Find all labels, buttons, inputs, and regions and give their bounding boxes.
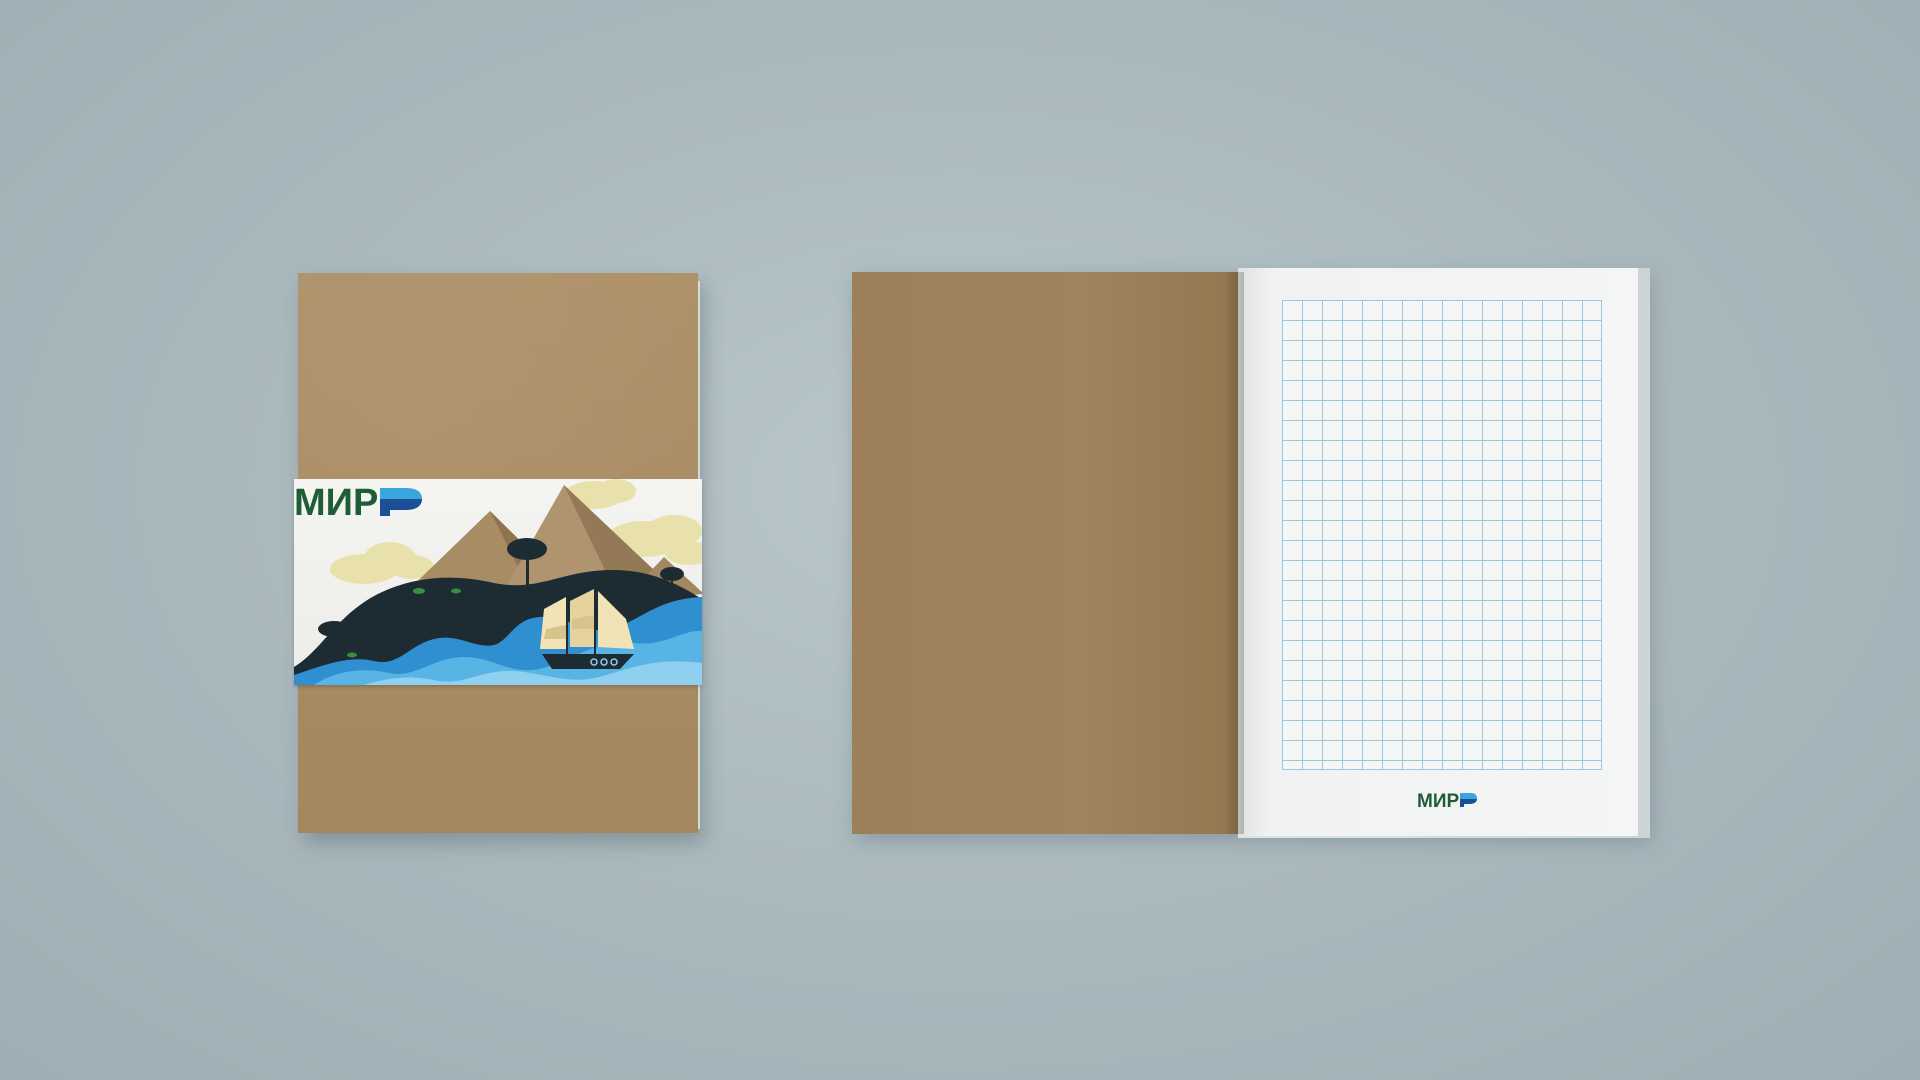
mockup-scene: МИР МИР [0, 0, 1920, 1080]
spine-shadow [1224, 272, 1244, 834]
mir-logo-text: МИР [294, 482, 378, 523]
grid-pattern [1282, 300, 1602, 770]
mir-logo: МИР [1417, 791, 1477, 811]
closed-notebook: МИР [294, 273, 704, 843]
mir-logo-text: МИР [1417, 791, 1459, 811]
mir-logo: МИР [294, 482, 422, 523]
inside-cover [852, 272, 1238, 834]
open-notebook: МИР [852, 268, 1652, 840]
bellyband: МИР [294, 479, 702, 685]
grid-page: МИР [1238, 268, 1638, 836]
